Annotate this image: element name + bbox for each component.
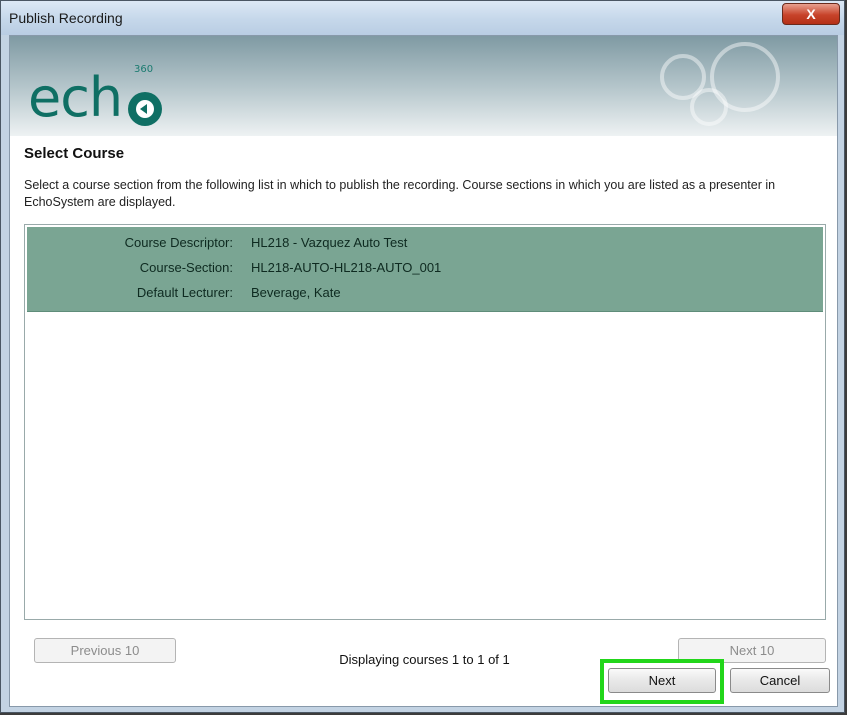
close-icon: X: [806, 6, 816, 22]
section-description: Select a course section from the followi…: [24, 178, 776, 209]
course-list[interactable]: Course Descriptor: HL218 - Vazquez Auto …: [24, 224, 826, 620]
course-descriptor-label: Course Descriptor:: [124, 235, 233, 250]
course-section-value: HL218-AUTO-HL218-AUTO_001: [251, 260, 442, 275]
publish-recording-dialog: Publish Recording X ech 360 Select Cours…: [0, 0, 845, 713]
section-heading: Select Course: [24, 145, 125, 162]
echo360-logo: ech: [28, 66, 123, 129]
title-bar[interactable]: Publish Recording X: [1, 1, 844, 35]
window-title: Publish Recording: [9, 10, 123, 26]
close-button[interactable]: X: [782, 3, 840, 25]
default-lecturer-label: Default Lecturer:: [136, 285, 233, 300]
cancel-button[interactable]: Cancel: [730, 668, 830, 693]
decorative-circle-icon: [690, 88, 728, 126]
logo-superscript: 360: [134, 64, 154, 75]
next-button[interactable]: Next: [608, 668, 716, 693]
default-lecturer-value: Beverage, Kate: [251, 285, 341, 300]
course-list-item[interactable]: Course Descriptor: HL218 - Vazquez Auto …: [27, 227, 823, 312]
course-section-label: Course-Section:: [139, 260, 233, 275]
dialog-content: ech 360 Select Course Select a course se…: [9, 35, 838, 707]
course-descriptor-value: HL218 - Vazquez Auto Test: [251, 235, 408, 250]
logo-play-icon: [128, 92, 162, 126]
echo360-banner: ech 360: [10, 36, 837, 136]
